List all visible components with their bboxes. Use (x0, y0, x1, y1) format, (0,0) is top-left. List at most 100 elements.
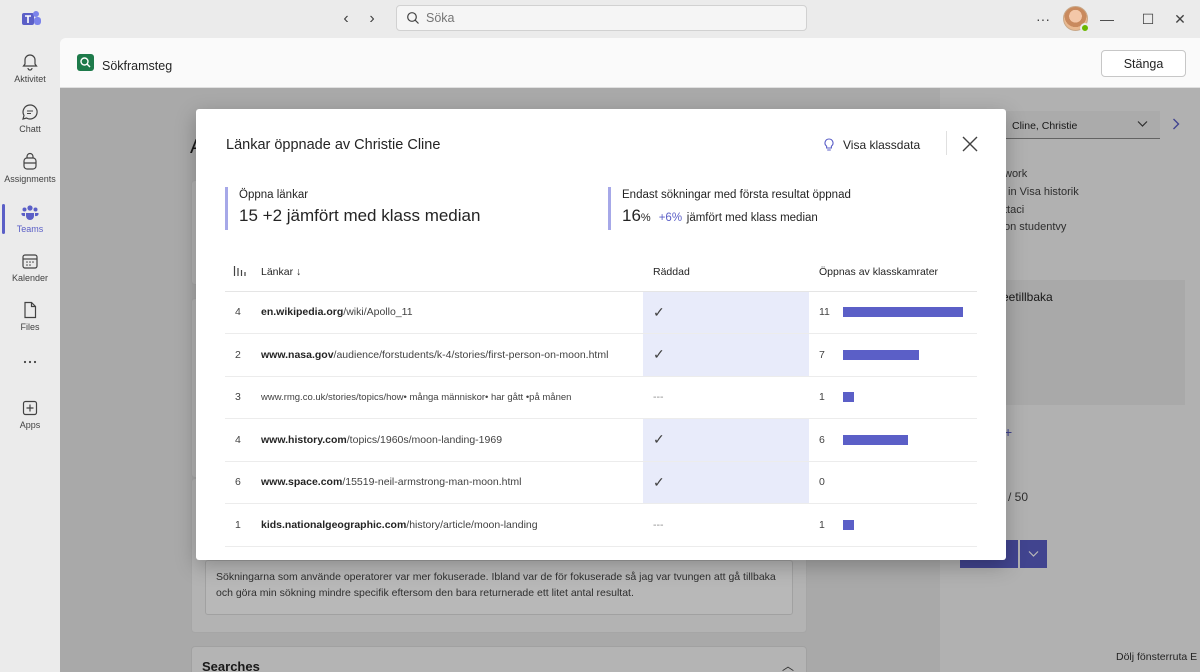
rail-item-files[interactable]: Files (0, 294, 60, 342)
opened-count: 11 (819, 306, 830, 319)
dialog-close-button[interactable] (959, 133, 981, 155)
links-table: Länkar ↓ Räddad Öppnas av klasskamrater … (225, 254, 977, 547)
opened-bar (843, 307, 963, 318)
rail-label: Teams (16, 224, 44, 234)
more-options-button[interactable]: ··· (1033, 9, 1053, 29)
table-header-row: Länkar ↓ Räddad Öppnas av klasskamrater (225, 254, 977, 292)
opened-by-classmates-cell: 11 (809, 291, 977, 334)
link-domain: www.nasa.gov (261, 348, 334, 361)
opened-by-classmates-cell: 1 (809, 503, 977, 547)
forward-arrow-icon[interactable]: › (362, 9, 382, 29)
maximize-button[interactable]: ☐ (1138, 9, 1158, 29)
checkmark-icon: ✓ (653, 346, 665, 363)
rail-item-more[interactable] (0, 348, 60, 378)
open-count-cell: 1 (225, 503, 261, 547)
open-count-cell: 2 (225, 333, 261, 377)
open-count-cell: 4 (225, 418, 261, 462)
link-cell[interactable]: www.rmg.co.uk/stories/topics/how• många … (261, 376, 643, 419)
saved-cell: ✓ (643, 418, 809, 462)
view-class-data-button[interactable]: Visa klassdata (823, 135, 920, 155)
opened-bar-track (843, 392, 968, 403)
link-path: /history/article/moon-landing (406, 518, 538, 531)
opened-by-classmates-cell: 7 (809, 333, 977, 377)
link-cell[interactable]: www.nasa.gov/audience/forstudents/k-4/st… (261, 333, 643, 377)
first-result-stat: Endast sökningar med första resultat öpp… (608, 187, 851, 230)
rail-label: Assignments (4, 174, 56, 184)
opened-column-header[interactable]: Öppnas av klasskamrater (809, 254, 977, 292)
open-count-cell: 4 (225, 291, 261, 334)
search-box[interactable] (396, 5, 807, 31)
opened-bar-track (843, 519, 968, 530)
app-header: Sökframsteg Stänga (60, 38, 1200, 88)
opened-count: 6 (819, 433, 825, 446)
link-domain: www.space.com (261, 476, 343, 489)
search-input[interactable] (426, 9, 786, 27)
saved-column-header[interactable]: Räddad (643, 254, 809, 292)
rail-item-teams[interactable]: Teams (0, 196, 60, 244)
rail-item-apps[interactable]: Apps (0, 392, 60, 440)
checkmark-icon: ✓ (653, 303, 665, 320)
link-domain: www.history.com (261, 433, 347, 446)
table-row: 4 www.history.com/topics/1960s/moon-landi… (225, 418, 977, 462)
opened-bar (843, 392, 854, 403)
link-cell[interactable]: www.space.com/15519-neil-armstrong-man-m… (261, 461, 643, 504)
opened-by-classmates-cell: 1 (809, 376, 977, 419)
link-path: /15519-neil-armstrong-man-moon.html (342, 476, 522, 489)
hide-pane-label[interactable]: Dölj fönsterruta E (1116, 651, 1197, 663)
links-column-header[interactable]: Länkar ↓ (261, 254, 643, 292)
opened-count: 1 (819, 518, 825, 531)
link-path: /wiki/Apollo_11 (343, 306, 413, 319)
link-cell[interactable]: en.wikipedia.org/wiki/Apollo_11 (261, 291, 643, 334)
opened-count: 0 (819, 476, 825, 489)
open-links-stat: Öppna länkar 15 +2 jämfört med klass med… (225, 187, 480, 230)
links-opened-dialog: Länkar öppnade av Christie Cline Visa kl… (196, 109, 1006, 560)
checkmark-icon: ✓ (653, 431, 665, 448)
count-column-header[interactable] (225, 254, 261, 292)
add-apps-icon (22, 400, 38, 416)
dialog-title: Länkar öppnade av Christie Cline (226, 137, 441, 153)
view-class-data-label: Visa klassdata (843, 138, 921, 152)
backpack-icon (23, 152, 37, 170)
table-row: 3 www.rmg.co.uk/stories/topics/how• många… (225, 376, 977, 419)
link-domain: kids.nationalgeographic.com (261, 518, 407, 531)
first-result-comparison: jämfört med klass median (686, 212, 818, 224)
close-app-button[interactable]: Stänga (1101, 50, 1186, 77)
close-window-button[interactable]: ✕ (1170, 9, 1190, 29)
rail-label: Apps (19, 420, 41, 430)
search-icon (407, 12, 419, 24)
saved-cell: --- (643, 503, 809, 547)
rail-item-chat[interactable]: Chatt (0, 96, 60, 144)
rail-item-activity[interactable]: Aktivitet (0, 46, 60, 94)
divider (946, 131, 947, 155)
rail-label: Chatt (19, 124, 41, 134)
saved-cell: ✓ (643, 461, 809, 504)
saved-cell: ✓ (643, 333, 809, 377)
link-path: www.rmg.co.uk/stories/topics/how• många … (261, 391, 572, 403)
table-row: 6 www.space.com/15519-neil-armstrong-man-… (225, 461, 977, 504)
opened-bar-track (843, 349, 968, 360)
user-avatar[interactable] (1063, 6, 1090, 33)
checkmark-icon: ✓ (653, 473, 665, 490)
open-links-comparison: +2 jämfört med klass median (262, 206, 481, 225)
link-domain: en.wikipedia.org (261, 306, 344, 319)
rail-label: Aktivitet (14, 74, 46, 84)
first-result-diff: +6% (658, 212, 683, 224)
opened-by-classmates-cell: 0 (809, 461, 977, 504)
saved-cell: ✓ (643, 291, 809, 334)
rail-item-calendar[interactable]: Kalender (0, 245, 60, 293)
link-cell[interactable]: www.history.com/topics/1960s/moon-landin… (261, 418, 643, 462)
opened-count: 1 (819, 391, 825, 404)
opened-bar-track (843, 434, 968, 445)
open-count-cell: 6 (225, 461, 261, 504)
calendar-icon (22, 254, 38, 269)
back-arrow-icon[interactable]: ‹ (336, 9, 356, 29)
opened-bar (843, 434, 908, 445)
first-result-value-line: 16% +6% jämfört med klass median (622, 206, 851, 226)
table-row: 2 www.nasa.gov/audience/forstudents/k-4/s… (225, 333, 977, 377)
minimize-button[interactable]: — (1097, 9, 1117, 29)
chat-icon (22, 104, 38, 120)
opened-bar (843, 519, 854, 530)
open-count-cell: 3 (225, 376, 261, 419)
rail-item-assignments[interactable]: Assignments (0, 146, 60, 194)
link-cell[interactable]: kids.nationalgeographic.com/history/arti… (261, 503, 643, 547)
